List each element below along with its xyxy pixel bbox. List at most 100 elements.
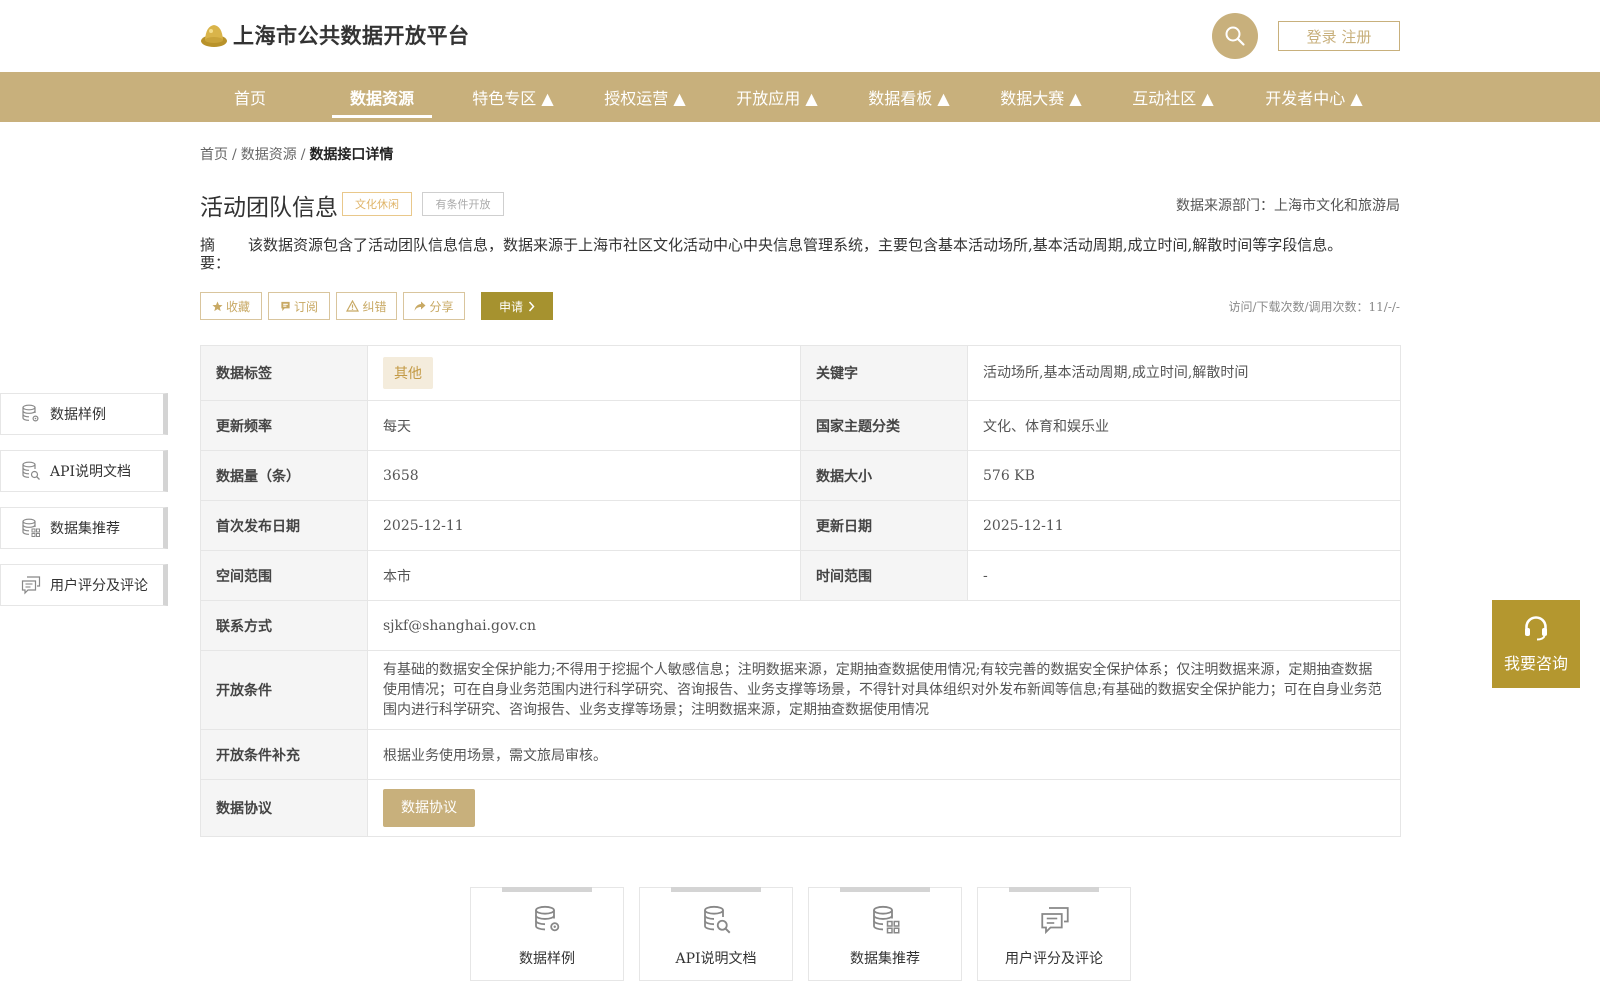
summary-label: 摘要：: [200, 236, 231, 272]
favorite-button[interactable]: 收藏: [200, 292, 262, 320]
side-nav-ratings-comments[interactable]: 用户评分及评论: [0, 564, 168, 606]
favorite-label: 收藏: [225, 299, 250, 314]
warning-icon: [346, 300, 360, 312]
nav-item-data-contest[interactable]: 数据大赛 ▲: [990, 72, 1092, 122]
table-row: 数据标签 其他 关键字 活动场所,基本活动周期,成立时间,解散时间: [200, 345, 1401, 401]
headset-icon: [1525, 616, 1547, 641]
consult-label: 我要咨询: [1503, 654, 1568, 673]
spatial-range-value: 本市: [367, 550, 801, 601]
national-theme-label: 国家主题分类: [800, 400, 968, 451]
main-nav: 首页 数据资源 特色专区 ▲ 授权运营 ▲ 开放应用 ▲ 数据看板 ▲ 数据大赛…: [0, 72, 1600, 122]
side-nav-dataset-recommend[interactable]: 数据集推荐: [0, 507, 168, 549]
bottom-card-api-docs[interactable]: API说明文档: [639, 887, 793, 981]
consult-button[interactable]: 我要咨询: [1492, 600, 1580, 688]
table-row: 数据量（条） 3658 数据大小 576 KB: [200, 450, 1401, 501]
open-conditions-extra-value: 根据业务使用场景，需文旅局审核。: [367, 729, 1401, 780]
subscribe-button[interactable]: 订阅: [268, 292, 330, 320]
nav-item-authorized-operation[interactable]: 授权运营 ▲: [594, 72, 696, 122]
summary-text: 该数据资源包含了活动团队信息信息，数据来源于上海市社区文化活动中心中央信息管理系…: [248, 236, 1343, 254]
nav-item-data-dashboard[interactable]: 数据看板 ▲: [858, 72, 960, 122]
bottom-card-data-sample[interactable]: 数据样例: [470, 887, 624, 981]
data-protocol-button[interactable]: 数据协议: [383, 789, 475, 827]
first-publish-value: 2025-12-11: [367, 500, 801, 551]
database-grid-icon: [873, 905, 900, 934]
update-date-label: 更新日期: [800, 500, 968, 551]
nav-item-community[interactable]: 互动社区 ▲: [1122, 72, 1224, 122]
comment-icon: [1041, 907, 1069, 935]
apply-label: 申请: [498, 299, 523, 314]
bottom-card-label: 数据集推荐: [850, 951, 920, 967]
data-size-value: 576 KB: [967, 450, 1401, 501]
site-header: 上海市公共数据开放平台 登录 注册: [0, 0, 1600, 72]
report-error-button[interactable]: 纠错: [336, 292, 397, 320]
breadcrumb-data-resources[interactable]: 数据资源: [241, 147, 297, 163]
open-conditions-value: 有基础的数据安全保护能力;不得用于挖掘个人敏感信息；注明数据来源，定期抽查数据使…: [367, 650, 1401, 730]
table-row: 数据协议 数据协议: [200, 779, 1401, 837]
search-icon: [1225, 26, 1245, 46]
nav-item-special-zones[interactable]: 特色专区 ▲: [462, 72, 564, 122]
table-row: 开放条件 有基础的数据安全保护能力;不得用于挖掘个人敏感信息；注明数据来源，定期…: [200, 650, 1401, 730]
nav-item-data-resources[interactable]: 数据资源: [332, 72, 432, 122]
database-search-icon: [704, 905, 731, 934]
update-frequency-value: 每天: [367, 400, 801, 451]
side-nav-label: 用户评分及评论: [50, 578, 148, 594]
share-button[interactable]: 分享: [403, 292, 465, 320]
breadcrumb-separator: /: [300, 147, 306, 163]
table-row: 更新频率 每天 国家主题分类 文化、体育和娱乐业: [200, 400, 1401, 451]
star-icon: [212, 300, 223, 311]
login-register-button[interactable]: 登录 注册: [1278, 21, 1400, 51]
data-tag-cell: 其他: [367, 345, 801, 401]
database-search-icon: [22, 461, 40, 480]
site-title: 上海市公共数据开放平台: [233, 24, 470, 48]
share-arrow-icon: [414, 301, 426, 311]
national-theme-value: 文化、体育和娱乐业: [967, 400, 1401, 451]
bookmark-flag-icon: [281, 301, 290, 311]
search-button[interactable]: [1212, 13, 1258, 59]
database-gear-icon: [22, 404, 39, 422]
side-nav-api-docs[interactable]: API说明文档: [0, 450, 168, 492]
bottom-card-dataset-recommend[interactable]: 数据集推荐: [808, 887, 962, 981]
breadcrumb: 首页 / 数据资源 / 数据接口详情: [200, 144, 393, 164]
page-title: 活动团队信息: [200, 195, 338, 221]
table-row: 开放条件补充 根据业务使用场景，需文旅局审核。: [200, 729, 1401, 780]
open-conditions-extra-label: 开放条件补充: [200, 729, 368, 780]
database-grid-icon: [22, 518, 40, 537]
database-gear-icon: [535, 905, 560, 932]
open-conditions-label: 开放条件: [200, 650, 368, 730]
report-error-label: 纠错: [362, 299, 387, 314]
breadcrumb-current: 数据接口详情: [309, 147, 394, 163]
data-tag-pill[interactable]: 其他: [383, 357, 433, 389]
side-nav-label: API说明文档: [50, 464, 132, 480]
site-logo[interactable]: 上海市公共数据开放平台: [200, 20, 470, 50]
spatial-range-label: 空间范围: [200, 550, 368, 601]
apply-button[interactable]: 申请: [481, 292, 553, 320]
bottom-card-ratings-comments[interactable]: 用户评分及评论: [977, 887, 1131, 981]
contact-value: sjkf@shanghai.gov.cn: [367, 600, 1401, 651]
chevron-right-icon: [528, 301, 535, 311]
nav-item-open-apps[interactable]: 开放应用 ▲: [726, 72, 828, 122]
comment-icon: [21, 576, 41, 595]
keywords-value: 活动场所,基本活动周期,成立时间,解散时间: [967, 345, 1401, 401]
open-type-tag: 有条件开放: [422, 192, 504, 216]
time-range-label: 时间范围: [800, 550, 968, 601]
time-range-value: -: [967, 550, 1401, 601]
bottom-card-label: 用户评分及评论: [1005, 951, 1103, 967]
data-count-value: 3658: [367, 450, 801, 501]
subscribe-label: 订阅: [293, 299, 318, 314]
data-count-label: 数据量（条）: [200, 450, 368, 501]
table-row: 首次发布日期 2025-12-11 更新日期 2025-12-11: [200, 500, 1401, 551]
data-size-label: 数据大小: [800, 450, 968, 501]
contact-label: 联系方式: [200, 600, 368, 651]
nav-item-home[interactable]: 首页: [210, 72, 290, 122]
update-frequency-label: 更新频率: [200, 400, 368, 451]
first-publish-label: 首次发布日期: [200, 500, 368, 551]
side-nav-data-sample[interactable]: 数据样例: [0, 393, 168, 435]
nav-item-developer-center[interactable]: 开发者中心 ▲: [1254, 72, 1374, 122]
data-protocol-cell: 数据协议: [367, 779, 1401, 837]
data-protocol-label: 数据协议: [200, 779, 368, 837]
table-row: 联系方式 sjkf@shanghai.gov.cn: [200, 600, 1401, 651]
side-nav-label: 数据集推荐: [50, 521, 120, 537]
breadcrumb-home[interactable]: 首页: [200, 147, 228, 163]
side-nav-label: 数据样例: [50, 407, 106, 423]
share-label: 分享: [429, 299, 454, 314]
